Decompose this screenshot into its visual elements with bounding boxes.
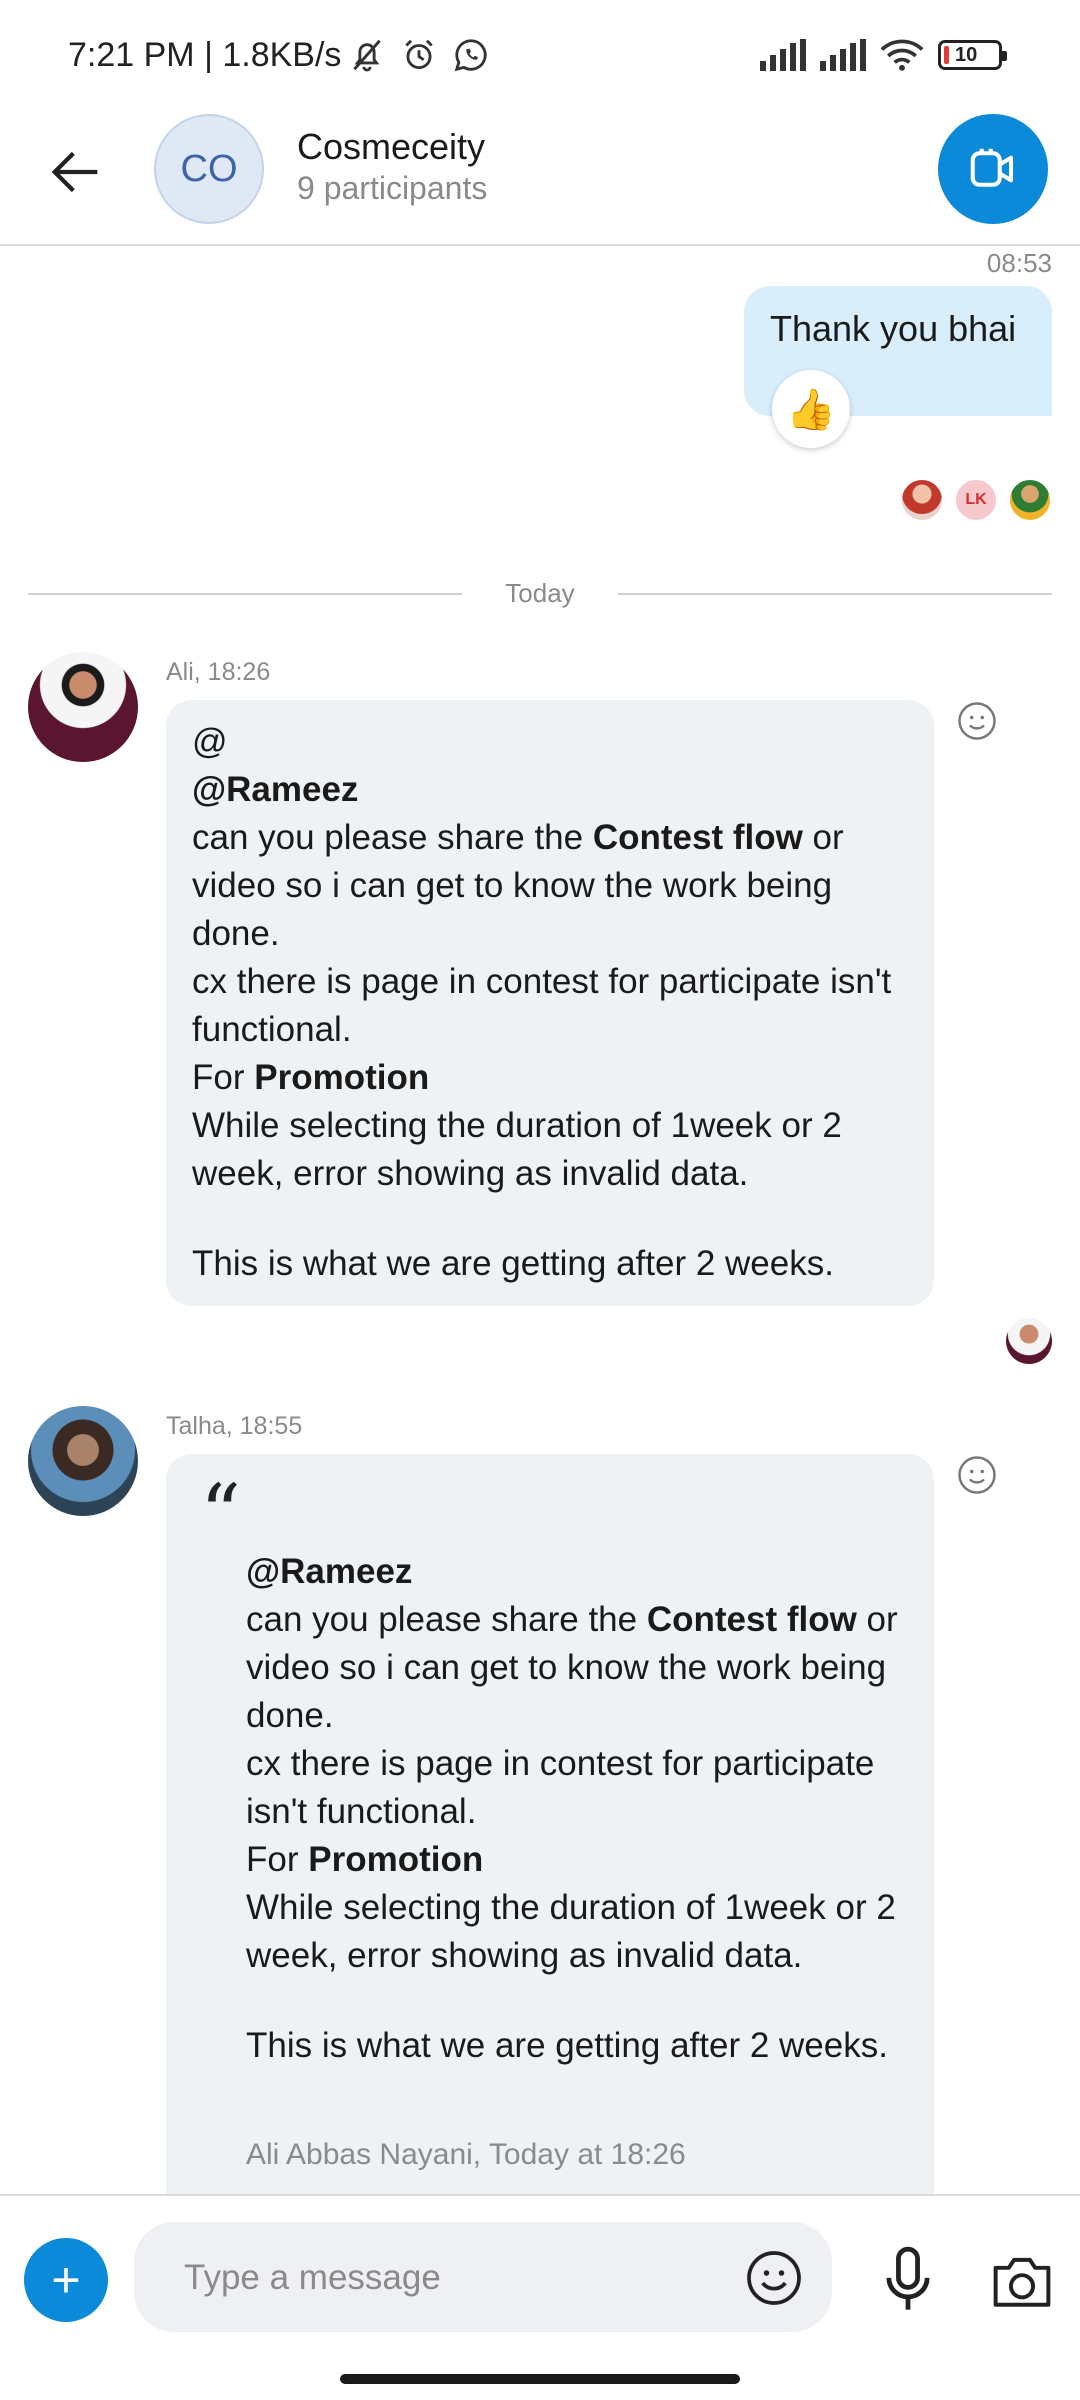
mention[interactable]: @Rameez — [246, 1552, 412, 1591]
smiley-icon — [958, 1456, 996, 1494]
quote-mark: “ — [200, 1467, 241, 1560]
avatar — [900, 478, 944, 522]
signal-icon — [760, 39, 806, 71]
quoted-message[interactable]: @Rameez can you please share the Contest… — [246, 1548, 906, 2070]
alarm-icon — [405, 39, 433, 70]
arrow-left-icon — [51, 151, 98, 193]
incoming-message[interactable]: @ @Rameez can you please share the Conte… — [166, 700, 934, 1306]
message-input-container[interactable] — [134, 2222, 832, 2332]
status-bar: 7:21 PM | 1.8KB/s 10 — [0, 0, 1080, 110]
avatar[interactable] — [28, 1406, 138, 1516]
avatar — [1006, 1318, 1052, 1364]
camera-icon — [993, 2257, 1051, 2307]
add-attachment-button[interactable]: + — [24, 2238, 108, 2322]
video-camera-icon — [970, 148, 1014, 187]
status-time: 7:21 PM | 1.8KB/s — [68, 36, 342, 74]
incoming-message[interactable]: “ @Rameez can you please share the Conte… — [166, 1454, 934, 2194]
message-text: Thank you bhai — [770, 308, 1017, 349]
status-notification-icons — [348, 36, 490, 74]
seen-by[interactable]: LK — [900, 478, 1052, 522]
message-meta: Talha, 18:55 — [166, 1412, 303, 1440]
home-indicator[interactable] — [340, 2374, 740, 2384]
message-meta: Ali, 18:26 — [166, 658, 271, 686]
avatar[interactable] — [28, 652, 138, 762]
smiley-icon — [958, 702, 996, 740]
group-avatar[interactable]: CO — [154, 114, 264, 224]
signal-icon — [820, 39, 866, 71]
message-input[interactable] — [184, 2252, 724, 2304]
emoji-button[interactable] — [744, 2248, 804, 2308]
microphone-icon — [886, 2246, 930, 2310]
avatar — [1008, 478, 1052, 522]
message-composer: + — [0, 2194, 1080, 2400]
date-divider: Today — [28, 578, 1052, 608]
emoji-icon — [747, 2251, 801, 2305]
message-text: @ @Rameez can you please share the Conte… — [192, 722, 892, 1283]
thumbs-up-reaction[interactable]: 👍 — [772, 370, 850, 448]
participants-count[interactable]: 9 participants — [297, 170, 487, 207]
wifi-icon — [880, 39, 924, 71]
chat-header: CO Cosmeceity 9 participants — [0, 110, 1080, 246]
avatar: LK — [954, 478, 998, 522]
camera-button[interactable] — [990, 2252, 1054, 2310]
video-call-button[interactable] — [938, 114, 1048, 224]
mention[interactable]: @Rameez — [192, 770, 358, 809]
status-system-icons: 10 — [760, 38, 1007, 72]
battery-icon: 10 — [938, 40, 1007, 70]
outgoing-message[interactable]: Thank you bhai 👍 — [744, 286, 1052, 448]
group-title[interactable]: Cosmeceity — [297, 126, 485, 168]
back-button[interactable] — [44, 140, 108, 204]
mute-bell-icon — [353, 39, 381, 72]
whatsapp-icon — [454, 39, 487, 72]
add-reaction-button[interactable] — [956, 700, 998, 742]
battery-level: 10 — [955, 43, 978, 66]
voice-message-button[interactable] — [880, 2246, 936, 2316]
add-reaction-button[interactable] — [956, 1454, 998, 1496]
quote-attribution: Ali Abbas Nayani, Today at 18:26 — [246, 2138, 686, 2171]
chat-list[interactable]: 08:53 Thank you bhai 👍 LK Today Ali, 18:… — [0, 248, 1080, 2194]
message-time: 08:53 — [986, 248, 1052, 278]
